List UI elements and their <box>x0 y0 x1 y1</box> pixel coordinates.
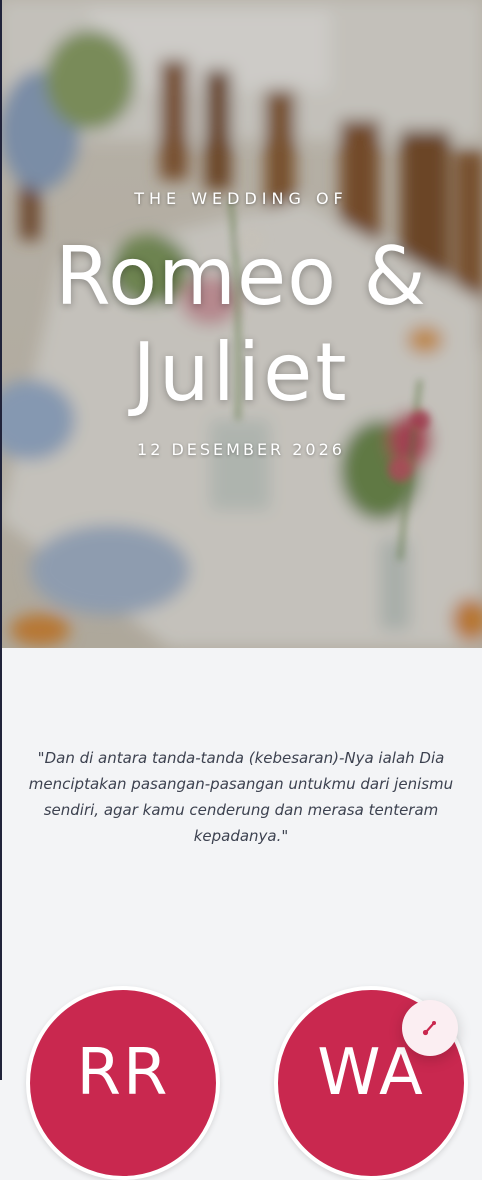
left-edge-line <box>0 0 2 1080</box>
hero-dark-overlay <box>0 0 482 648</box>
groom-avatar: RR <box>26 986 220 1180</box>
couple-names-line-2: Juliet <box>132 326 350 419</box>
scripture-quote: "Dan di antara tanda-tanda (kebesaran)-N… <box>28 749 454 845</box>
hero-eyebrow: THE WEDDING OF <box>134 189 348 208</box>
music-note-icon <box>422 1021 436 1036</box>
music-toggle-button[interactable] <box>402 1000 458 1056</box>
wedding-date: 12 DESEMBER 2026 <box>137 440 345 459</box>
hero-section: THE WEDDING OF Romeo & Juliet 12 DESEMBE… <box>0 0 482 648</box>
couple-names-line-1: Romeo & <box>55 230 427 323</box>
groom-initials: RR <box>76 1036 170 1110</box>
